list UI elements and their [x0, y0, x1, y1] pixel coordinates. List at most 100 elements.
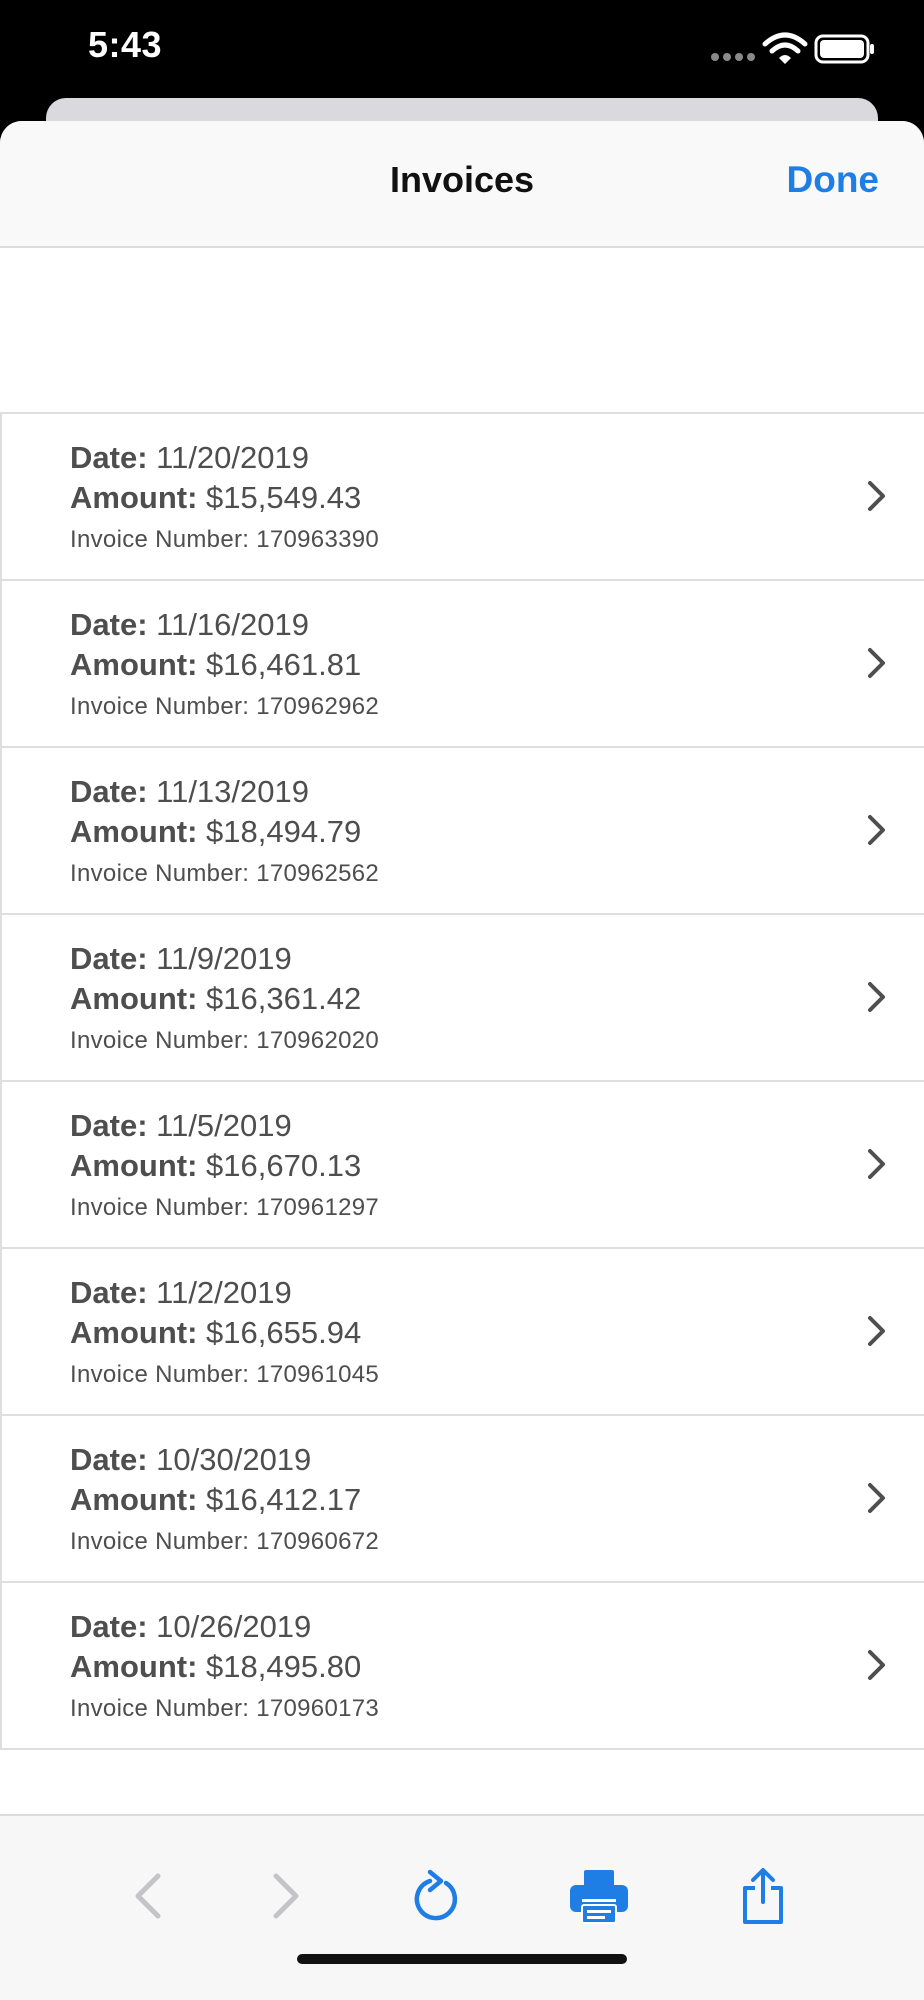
amount-label: Amount: [70, 1148, 198, 1183]
done-button[interactable]: Done [787, 159, 880, 201]
amount-value: $18,494.79 [206, 814, 362, 849]
amount-label: Amount: [70, 647, 198, 682]
amount-value: $16,655.94 [206, 1315, 362, 1350]
invoice-date: Date: 10/30/2019 [70, 1442, 311, 1478]
invoice-number-label: Invoice Number: [70, 1027, 250, 1054]
cellular-signal-icon [711, 53, 755, 61]
date-label: Date: [70, 1609, 148, 1644]
home-indicator[interactable] [297, 1954, 627, 1964]
amount-label: Amount: [70, 480, 198, 515]
invoice-number: Invoice Number: 170962562 [70, 860, 379, 888]
amount-value: $15,549.43 [206, 480, 362, 515]
date-value: 11/5/2019 [156, 1108, 292, 1143]
invoice-number-label: Invoice Number: [70, 693, 250, 720]
chevron-right-icon [868, 481, 885, 511]
invoice-row[interactable]: Date: 11/16/2019 Amount: $16,461.81 Invo… [2, 581, 924, 748]
invoice-number-value: 170962020 [256, 1027, 380, 1054]
date-label: Date: [70, 941, 148, 976]
invoice-row[interactable]: Date: 11/5/2019 Amount: $16,670.13 Invoi… [2, 1082, 924, 1249]
invoice-date: Date: 11/2/2019 [70, 1275, 292, 1311]
invoice-number-value: 170960672 [256, 1528, 380, 1555]
date-label: Date: [70, 607, 148, 642]
invoice-number-value: 170962962 [256, 693, 380, 720]
refresh-icon[interactable] [408, 1866, 464, 1926]
wifi-icon [762, 32, 808, 64]
date-value: 11/16/2019 [156, 607, 309, 642]
chevron-right-icon [868, 815, 885, 845]
invoice-amount: Amount: $16,412.17 [70, 1482, 361, 1518]
navigation-bar: Invoices Done [0, 121, 924, 248]
amount-value: $18,495.80 [206, 1649, 362, 1684]
amount-value: $16,361.42 [206, 981, 362, 1016]
invoice-amount: Amount: $16,655.94 [70, 1315, 361, 1351]
invoice-number-label: Invoice Number: [70, 1695, 250, 1722]
invoice-row[interactable]: Date: 10/30/2019 Amount: $16,412.17 Invo… [2, 1416, 924, 1583]
invoice-amount: Amount: $18,494.79 [70, 814, 361, 850]
amount-label: Amount: [70, 1482, 198, 1517]
invoice-number-value: 170963390 [256, 526, 380, 553]
amount-value: $16,412.17 [206, 1482, 362, 1517]
chevron-right-icon [868, 648, 885, 678]
invoice-amount: Amount: $18,495.80 [70, 1649, 361, 1685]
invoice-number: Invoice Number: 170963390 [70, 526, 379, 554]
invoice-date: Date: 11/13/2019 [70, 774, 309, 810]
chevron-right-icon [868, 1650, 885, 1680]
invoice-number: Invoice Number: 170961297 [70, 1194, 379, 1222]
invoice-row[interactable]: Date: 10/26/2019 Amount: $18,495.80 Invo… [2, 1583, 924, 1750]
invoice-number-value: 170961045 [256, 1361, 380, 1388]
date-label: Date: [70, 1442, 148, 1477]
invoice-amount: Amount: $16,361.42 [70, 981, 361, 1017]
invoice-date: Date: 10/26/2019 [70, 1609, 311, 1645]
date-label: Date: [70, 1108, 148, 1143]
date-label: Date: [70, 440, 148, 475]
amount-label: Amount: [70, 814, 198, 849]
date-value: 11/20/2019 [156, 440, 309, 475]
invoice-amount: Amount: $16,461.81 [70, 647, 361, 683]
invoice-date: Date: 11/16/2019 [70, 607, 309, 643]
chevron-right-icon [868, 1149, 885, 1179]
amount-label: Amount: [70, 981, 198, 1016]
invoices-sheet: Invoices Done Date: 11/20/2019 Amount: $… [0, 121, 924, 2000]
invoice-number-label: Invoice Number: [70, 526, 250, 553]
invoice-amount: Amount: $15,549.43 [70, 480, 361, 516]
back-chevron-icon[interactable] [128, 1866, 168, 1926]
date-value: 11/9/2019 [156, 941, 292, 976]
date-value: 11/2/2019 [156, 1275, 292, 1310]
share-icon[interactable] [738, 1866, 788, 1926]
page-title: Invoices [389, 159, 535, 200]
invoice-number: Invoice Number: 170962020 [70, 1027, 379, 1055]
invoice-row[interactable]: Date: 11/2/2019 Amount: $16,655.94 Invoi… [2, 1249, 924, 1416]
invoice-row[interactable]: Date: 11/9/2019 Amount: $16,361.42 Invoi… [2, 915, 924, 1082]
web-content: Date: 11/20/2019 Amount: $15,549.43 Invo… [0, 248, 924, 1936]
invoice-number: Invoice Number: 170960173 [70, 1695, 379, 1723]
invoice-number: Invoice Number: 170962962 [70, 693, 379, 721]
invoice-number-value: 170960173 [256, 1695, 380, 1722]
date-value: 10/26/2019 [156, 1609, 312, 1644]
invoice-number-label: Invoice Number: [70, 1361, 250, 1388]
invoice-number-value: 170962562 [256, 860, 380, 887]
date-value: 10/30/2019 [156, 1442, 312, 1477]
amount-value: $16,461.81 [206, 647, 362, 682]
print-icon[interactable] [568, 1866, 630, 1926]
amount-label: Amount: [70, 1315, 198, 1350]
invoice-date: Date: 11/5/2019 [70, 1108, 292, 1144]
amount-value: $16,670.13 [206, 1148, 362, 1183]
bottom-toolbar [0, 1814, 924, 2000]
date-value: 11/13/2019 [156, 774, 309, 809]
invoice-number-label: Invoice Number: [70, 1194, 250, 1221]
invoice-number: Invoice Number: 170961045 [70, 1361, 379, 1389]
invoice-amount: Amount: $16,670.13 [70, 1148, 361, 1184]
amount-label: Amount: [70, 1649, 198, 1684]
invoice-number-label: Invoice Number: [70, 1528, 250, 1555]
invoice-date: Date: 11/9/2019 [70, 941, 292, 977]
date-label: Date: [70, 1275, 148, 1310]
chevron-right-icon [868, 1316, 885, 1346]
invoice-list: Date: 11/20/2019 Amount: $15,549.43 Invo… [0, 412, 924, 1750]
forward-chevron-icon[interactable] [266, 1866, 306, 1926]
invoice-row[interactable]: Date: 11/13/2019 Amount: $18,494.79 Invo… [2, 748, 924, 915]
date-label: Date: [70, 774, 148, 809]
invoice-row[interactable]: Date: 11/20/2019 Amount: $15,549.43 Invo… [2, 414, 924, 581]
battery-icon [814, 34, 874, 64]
chevron-right-icon [868, 982, 885, 1012]
invoice-date: Date: 11/20/2019 [70, 440, 309, 476]
